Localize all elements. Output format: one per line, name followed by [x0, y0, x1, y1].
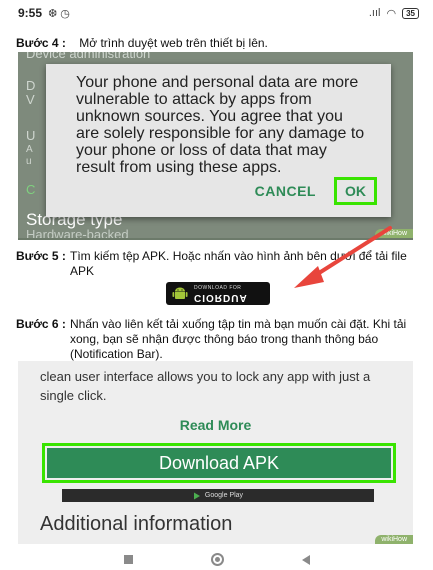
step-4-text: Mở trình duyệt web trên thiết bị lên.: [79, 36, 268, 50]
notification-icons: ❆ ◷: [48, 7, 70, 20]
dialog-actions: CANCEL OK: [255, 177, 377, 205]
badge-small-text: DOWNLOAD FOR: [194, 284, 242, 291]
bg-header: Device administration: [26, 52, 151, 61]
step-6-label: Bước 6 :: [16, 317, 66, 331]
download-apk-highlight: Download APK: [42, 443, 396, 483]
step-4: Bước 4 : Mở trình duyệt web trên thiết b…: [16, 36, 268, 51]
read-more-link[interactable]: Read More: [18, 417, 413, 433]
red-arrow-icon: [294, 226, 392, 288]
step-6: Bước 6 : Nhấn vào liên kết tải xuống tập…: [16, 317, 426, 362]
play-store-icon: [193, 492, 200, 499]
signal-icon: .ııl: [368, 7, 381, 19]
warning-dialog: Your phone and personal data are more vu…: [46, 64, 391, 217]
dialog-message: Your phone and personal data are more vu…: [76, 74, 365, 176]
cancel-button[interactable]: CANCEL: [255, 183, 316, 199]
status-left: 9:55 ❆ ◷: [18, 6, 70, 20]
screenshot-download-page: clean user interface allows you to lock …: [18, 361, 413, 544]
screenshot-unknown-sources: Device administration D V U A u C Storag…: [18, 52, 413, 240]
bg-letter-c: C: [26, 182, 36, 197]
navigation-bar: [0, 549, 433, 570]
badge-big-text: CIORDUA: [194, 291, 248, 303]
android-icon: [172, 287, 188, 299]
google-play-button[interactable]: Google Play: [62, 489, 374, 502]
bg-letter-u: U: [26, 128, 36, 143]
google-play-label: Google Play: [204, 492, 244, 499]
app-description: clean user interface allows you to lock …: [40, 369, 371, 403]
ok-button[interactable]: OK: [334, 177, 377, 205]
bg-letter-a: A: [26, 144, 33, 155]
battery-icon: 35: [402, 7, 419, 19]
status-icons: .ııl ◠ 35: [369, 7, 419, 20]
download-for-android-button[interactable]: DOWNLOAD FOR CIORDUA: [166, 282, 270, 305]
bg-letter-d: D: [26, 78, 36, 93]
recents-icon[interactable]: [123, 555, 133, 564]
home-icon[interactable]: [210, 553, 224, 566]
step-6-text: Nhấn vào liên kết tải xuống tập tin mà b…: [70, 317, 407, 361]
back-icon[interactable]: [301, 554, 310, 565]
hardware-backed-label: Hardware-backed: [26, 227, 129, 240]
home-icon-dot: [214, 557, 220, 562]
additional-information-heading: Additional information: [40, 513, 233, 535]
bg-letter-u2: u: [26, 156, 32, 167]
download-apk-button[interactable]: Download APK: [47, 448, 391, 478]
status-bar: 9:55 ❆ ◷ .ııl ◠ 35: [0, 0, 433, 26]
badge-text: DOWNLOAD FOR CIORDUA: [194, 285, 248, 303]
bg-letter-v: V: [26, 92, 35, 107]
wikihow-watermark-2: wikiHow: [375, 535, 413, 544]
wifi-icon: ◠: [386, 7, 397, 20]
status-time: 9:55: [18, 6, 43, 20]
step-5-label: Bước 5 :: [16, 249, 66, 263]
step-4-label: Bước 4 :: [16, 36, 66, 50]
